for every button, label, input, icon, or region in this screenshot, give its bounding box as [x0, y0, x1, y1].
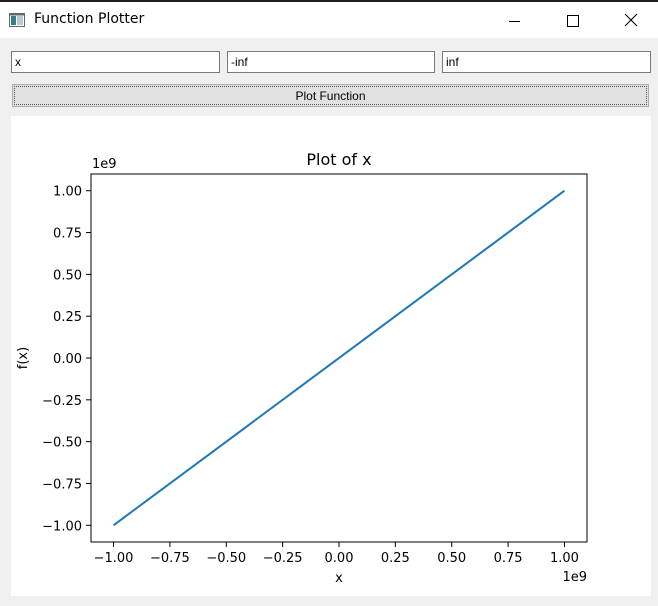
x-axis-label: x [335, 571, 343, 586]
x-tick-label: 0.50 [437, 551, 466, 566]
y-tick-label: −0.75 [42, 477, 82, 492]
x-tick-label: −0.25 [263, 551, 303, 566]
max-range-input[interactable] [442, 51, 651, 73]
close-button[interactable] [608, 4, 654, 38]
maximize-icon [567, 12, 579, 31]
y-tick-label: 0.25 [53, 310, 82, 325]
x-tick-label: −0.75 [150, 551, 190, 566]
min-range-input[interactable] [227, 51, 435, 73]
y-tick-label: 0.75 [53, 227, 82, 242]
app-window-icon [9, 12, 25, 27]
series-line [112, 189, 566, 527]
plot-function-button[interactable]: Plot Function [12, 84, 649, 107]
line-chart: Plot of x 1e9 1e9 x f(x) −1.00 −0.75 −0.50… [16, 150, 588, 586]
y-tick-label: −1.00 [42, 519, 82, 534]
x-axis-offset-text: 1e9 [562, 570, 587, 585]
x-tick-label: 0.00 [325, 551, 354, 566]
plot-canvas[interactable]: Plot of x 1e9 1e9 x f(x) −1.00 −0.75 −0.50… [11, 116, 651, 596]
plot-function-button-label: Plot Function [295, 88, 366, 103]
x-tick-label: 0.75 [494, 551, 523, 566]
chart-title: Plot of x [306, 150, 371, 169]
y-axis-label: f(x) [16, 347, 31, 369]
window-title: Function Plotter [34, 11, 145, 27]
y-tick-label: 0.50 [53, 268, 82, 283]
minimize-button[interactable] [492, 4, 538, 38]
x-tick-label: −1.00 [94, 551, 134, 566]
x-tick-label: 0.25 [381, 551, 410, 566]
y-tick-label: 1.00 [53, 185, 82, 200]
title-bar[interactable]: Function Plotter [0, 2, 658, 38]
y-tick-label: −0.25 [42, 394, 82, 409]
maximize-button[interactable] [550, 4, 596, 38]
function-input[interactable] [11, 51, 220, 73]
close-icon [624, 12, 638, 31]
main-window: Function Plotter Plot Function Plot of x… [0, 0, 658, 606]
x-tick-label: −0.50 [206, 551, 246, 566]
minimize-icon [509, 12, 521, 31]
x-tick-label: 1.00 [550, 551, 579, 566]
y-tick-label: −0.50 [42, 436, 82, 451]
y-tick-label: 0.00 [53, 352, 82, 367]
y-axis-offset-text: 1e9 [92, 157, 117, 172]
